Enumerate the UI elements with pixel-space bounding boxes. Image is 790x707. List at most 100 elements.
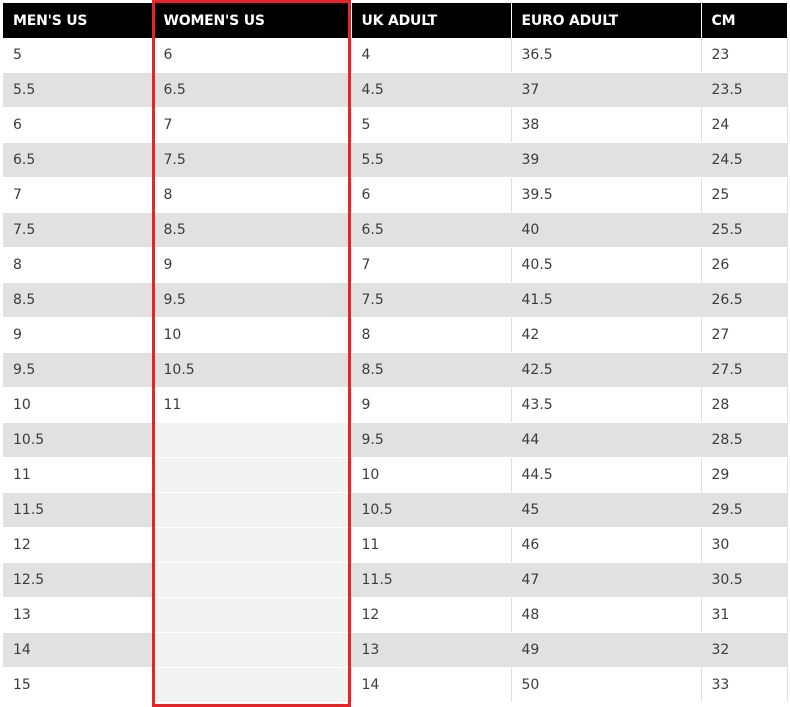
cell-uk-adult: 13 (351, 632, 512, 668)
cell-cm: 26.5 (701, 282, 788, 318)
cell-uk-adult: 6 (351, 177, 512, 213)
cell-womens-us (153, 667, 352, 703)
table-row: 11 10 44.5 29 (3, 457, 788, 493)
cell-mens-us: 9.5 (3, 352, 154, 388)
cell-euro-adult: 44 (511, 422, 702, 458)
cell-euro-adult: 42.5 (511, 352, 702, 388)
cell-euro-adult: 46 (511, 527, 702, 563)
table-row: 5.5 6.5 4.5 37 23.5 (3, 72, 788, 108)
cell-mens-us: 5 (3, 38, 154, 73)
cell-uk-adult: 5.5 (351, 142, 512, 178)
cell-womens-us (153, 562, 352, 598)
cell-womens-us: 9.5 (153, 282, 352, 318)
cell-mens-us: 14 (3, 632, 154, 668)
cell-uk-adult: 14 (351, 667, 512, 703)
cell-mens-us: 11 (3, 457, 154, 493)
cell-womens-us: 6.5 (153, 72, 352, 108)
cell-euro-adult: 36.5 (511, 38, 702, 73)
cell-womens-us: 10 (153, 317, 352, 353)
table-row: 14 13 49 32 (3, 632, 788, 668)
table-row: 6.5 7.5 5.5 39 24.5 (3, 142, 788, 178)
table-row: 8 9 7 40.5 26 (3, 247, 788, 283)
table-row: 12 11 46 30 (3, 527, 788, 563)
cell-cm: 29 (701, 457, 788, 493)
table-row: 15 14 50 33 (3, 667, 788, 703)
cell-euro-adult: 45 (511, 492, 702, 528)
cell-mens-us: 15 (3, 667, 154, 703)
cell-euro-adult: 40.5 (511, 247, 702, 283)
cell-uk-adult: 8.5 (351, 352, 512, 388)
header-row: MEN'S US WOMEN'S US UK ADULT EURO ADULT … (3, 3, 787, 38)
column-header-uk-adult: UK ADULT (351, 3, 512, 38)
cell-cm: 31 (701, 597, 788, 633)
cell-uk-adult: 5 (351, 107, 512, 143)
cell-womens-us: 9 (153, 247, 352, 283)
cell-uk-adult: 11 (351, 527, 512, 563)
cell-uk-adult: 9.5 (351, 422, 512, 458)
cell-mens-us: 13 (3, 597, 154, 633)
table-row: 6 7 5 38 24 (3, 107, 788, 143)
cell-euro-adult: 39.5 (511, 177, 702, 213)
cell-euro-adult: 49 (511, 632, 702, 668)
cell-cm: 27.5 (701, 352, 788, 388)
cell-womens-us: 7 (153, 107, 352, 143)
column-header-womens-us: WOMEN'S US (153, 3, 352, 38)
cell-uk-adult: 6.5 (351, 212, 512, 248)
cell-euro-adult: 50 (511, 667, 702, 703)
table-row: 10.5 9.5 44 28.5 (3, 422, 788, 458)
cell-euro-adult: 38 (511, 107, 702, 143)
cell-cm: 28.5 (701, 422, 788, 458)
column-header-cm: CM (701, 3, 787, 38)
cell-euro-adult: 39 (511, 142, 702, 178)
cell-cm: 24 (701, 107, 788, 143)
cell-mens-us: 12.5 (3, 562, 154, 598)
cell-cm: 24.5 (701, 142, 788, 178)
cell-mens-us: 6.5 (3, 142, 154, 178)
cell-womens-us: 8.5 (153, 212, 352, 248)
cell-uk-adult: 10 (351, 457, 512, 493)
table-row: 12.5 11.5 47 30.5 (3, 562, 788, 598)
column-header-mens-us: MEN'S US (3, 3, 154, 38)
cell-euro-adult: 41.5 (511, 282, 702, 318)
cell-cm: 23.5 (701, 72, 788, 108)
cell-euro-adult: 40 (511, 212, 702, 248)
cell-cm: 27 (701, 317, 788, 353)
cell-cm: 25 (701, 177, 788, 213)
cell-uk-adult: 8 (351, 317, 512, 353)
cell-uk-adult: 9 (351, 387, 512, 423)
cell-uk-adult: 4.5 (351, 72, 512, 108)
cell-womens-us (153, 527, 352, 563)
cell-uk-adult: 7.5 (351, 282, 512, 318)
column-header-euro-adult: EURO ADULT (511, 3, 702, 38)
table-row: 10 11 9 43.5 28 (3, 387, 788, 423)
table-row: 9.5 10.5 8.5 42.5 27.5 (3, 352, 788, 388)
cell-uk-adult: 4 (351, 38, 512, 73)
cell-womens-us (153, 457, 352, 493)
cell-womens-us (153, 492, 352, 528)
cell-mens-us: 5.5 (3, 72, 154, 108)
table-row: 13 12 48 31 (3, 597, 788, 633)
cell-euro-adult: 48 (511, 597, 702, 633)
cell-mens-us: 10 (3, 387, 154, 423)
cell-womens-us (153, 422, 352, 458)
cell-womens-us: 10.5 (153, 352, 352, 388)
cell-mens-us: 7.5 (3, 212, 154, 248)
cell-womens-us: 6 (153, 38, 352, 73)
table-row: 7 8 6 39.5 25 (3, 177, 788, 213)
cell-cm: 29.5 (701, 492, 788, 528)
cell-womens-us: 11 (153, 387, 352, 423)
cell-cm: 25.5 (701, 212, 788, 248)
cell-uk-adult: 11.5 (351, 562, 512, 598)
cell-cm: 32 (701, 632, 788, 668)
cell-uk-adult: 10.5 (351, 492, 512, 528)
cell-womens-us: 7.5 (153, 142, 352, 178)
cell-euro-adult: 43.5 (511, 387, 702, 423)
table-row: 7.5 8.5 6.5 40 25.5 (3, 212, 788, 248)
cell-cm: 28 (701, 387, 788, 423)
cell-mens-us: 8 (3, 247, 154, 283)
cell-mens-us: 12 (3, 527, 154, 563)
cell-euro-adult: 47 (511, 562, 702, 598)
table-row: 5 6 4 36.5 23 (3, 38, 788, 73)
cell-mens-us: 11.5 (3, 492, 154, 528)
cell-uk-adult: 7 (351, 247, 512, 283)
